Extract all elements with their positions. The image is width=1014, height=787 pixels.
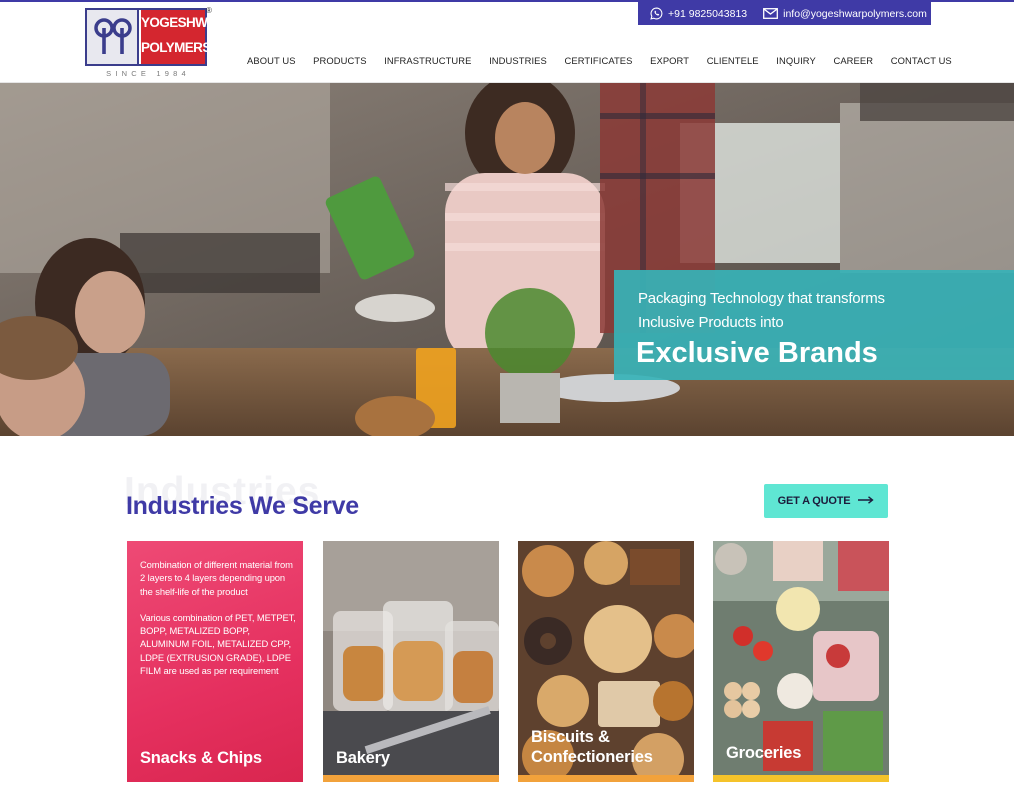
hero-tagline-line-1: Packaging Technology that transforms: [638, 290, 885, 307]
email-contact[interactable]: info@yogeshwarpolymers.com: [763, 8, 927, 20]
card-label: Bakery: [336, 749, 390, 767]
email-address: info@yogeshwarpolymers.com: [783, 7, 927, 20]
hero-kitchen-image: [0, 83, 1014, 436]
snacks-description: Combination of different material from 2…: [140, 558, 298, 677]
mail-icon: [763, 8, 779, 19]
brand-logo[interactable]: YOGESHWAR POLYMERS ® SINCE 1984: [85, 6, 225, 78]
logo-mark: YOGESHWAR POLYMERS: [85, 8, 225, 66]
nav-infrastructure[interactable]: INFRASTRUCTURE: [384, 55, 471, 66]
arrow-right-icon: [858, 495, 874, 507]
hero-tagline-line-2: Inclusive Products into: [638, 314, 784, 331]
nav-career[interactable]: CAREER: [833, 55, 873, 66]
industry-card-bakery[interactable]: Bakery: [323, 541, 499, 782]
nav-contact-us[interactable]: CONTACT US: [891, 55, 952, 66]
logo-wordmark: YOGESHWAR POLYMERS: [141, 10, 225, 64]
contact-bar: +91 9825043813 info@yogeshwarpolymers.co…: [638, 2, 931, 25]
registered-mark: ®: [206, 6, 212, 15]
card-label-line-1: Biscuits &: [531, 728, 610, 746]
card-accent-band: [713, 775, 889, 782]
site-header: YOGESHWAR POLYMERS ® SINCE 1984 +91 9825…: [0, 2, 1014, 83]
nav-products[interactable]: PRODUCTS: [313, 55, 366, 66]
logo-line-2: POLYMERS: [141, 40, 211, 55]
phone-contact[interactable]: +91 9825043813: [650, 7, 747, 20]
card-accent-band: [323, 775, 499, 782]
phone-number: +91 9825043813: [668, 7, 748, 20]
industry-card-groceries[interactable]: Groceries: [713, 541, 889, 782]
nav-industries[interactable]: INDUSTRIES: [489, 55, 547, 66]
nav-about-us[interactable]: ABOUT US: [247, 55, 296, 66]
card-label: Snacks & Chips: [140, 749, 262, 767]
snacks-description-2: Various combination of PET, METPET, BOPP…: [140, 611, 296, 677]
industry-card-biscuits[interactable]: Biscuits & Confectioneries: [518, 541, 694, 782]
industry-cards: Combination of different material from 2…: [127, 541, 889, 787]
card-label: Groceries: [726, 744, 802, 762]
logo-line-1: YOGESHWAR: [141, 15, 225, 30]
bakery-image: [323, 541, 499, 782]
main-nav: ABOUT US PRODUCTS INFRASTRUCTURE INDUSTR…: [247, 55, 952, 66]
industry-card-snacks[interactable]: Combination of different material from 2…: [127, 541, 303, 782]
quote-button-label: GET A QUOTE: [777, 495, 851, 507]
nav-clientele[interactable]: CLIENTELE: [707, 55, 759, 66]
logo-since: SINCE 1984: [106, 69, 190, 78]
logo-emblem-icon: [87, 10, 139, 64]
hero-banner: Packaging Technology that transforms Inc…: [0, 83, 1014, 436]
get-a-quote-button[interactable]: GET A QUOTE: [764, 484, 888, 518]
card-accent-band: [518, 775, 694, 782]
nav-certificates[interactable]: CERTIFICATES: [564, 55, 632, 66]
nav-export[interactable]: EXPORT: [650, 55, 689, 66]
snacks-description-1: Combination of different material from 2…: [140, 559, 293, 597]
hero-tagline-box: Packaging Technology that transforms Inc…: [614, 270, 1014, 380]
card-label: Biscuits & Confectioneries: [531, 727, 653, 767]
section-title: Industries We Serve: [126, 492, 359, 520]
whatsapp-icon: [650, 7, 663, 20]
nav-inquiry[interactable]: INQUIRY: [776, 55, 816, 66]
card-label-line-2: Confectioneries: [531, 748, 653, 766]
hero-headline: Exclusive Brands: [636, 337, 878, 369]
